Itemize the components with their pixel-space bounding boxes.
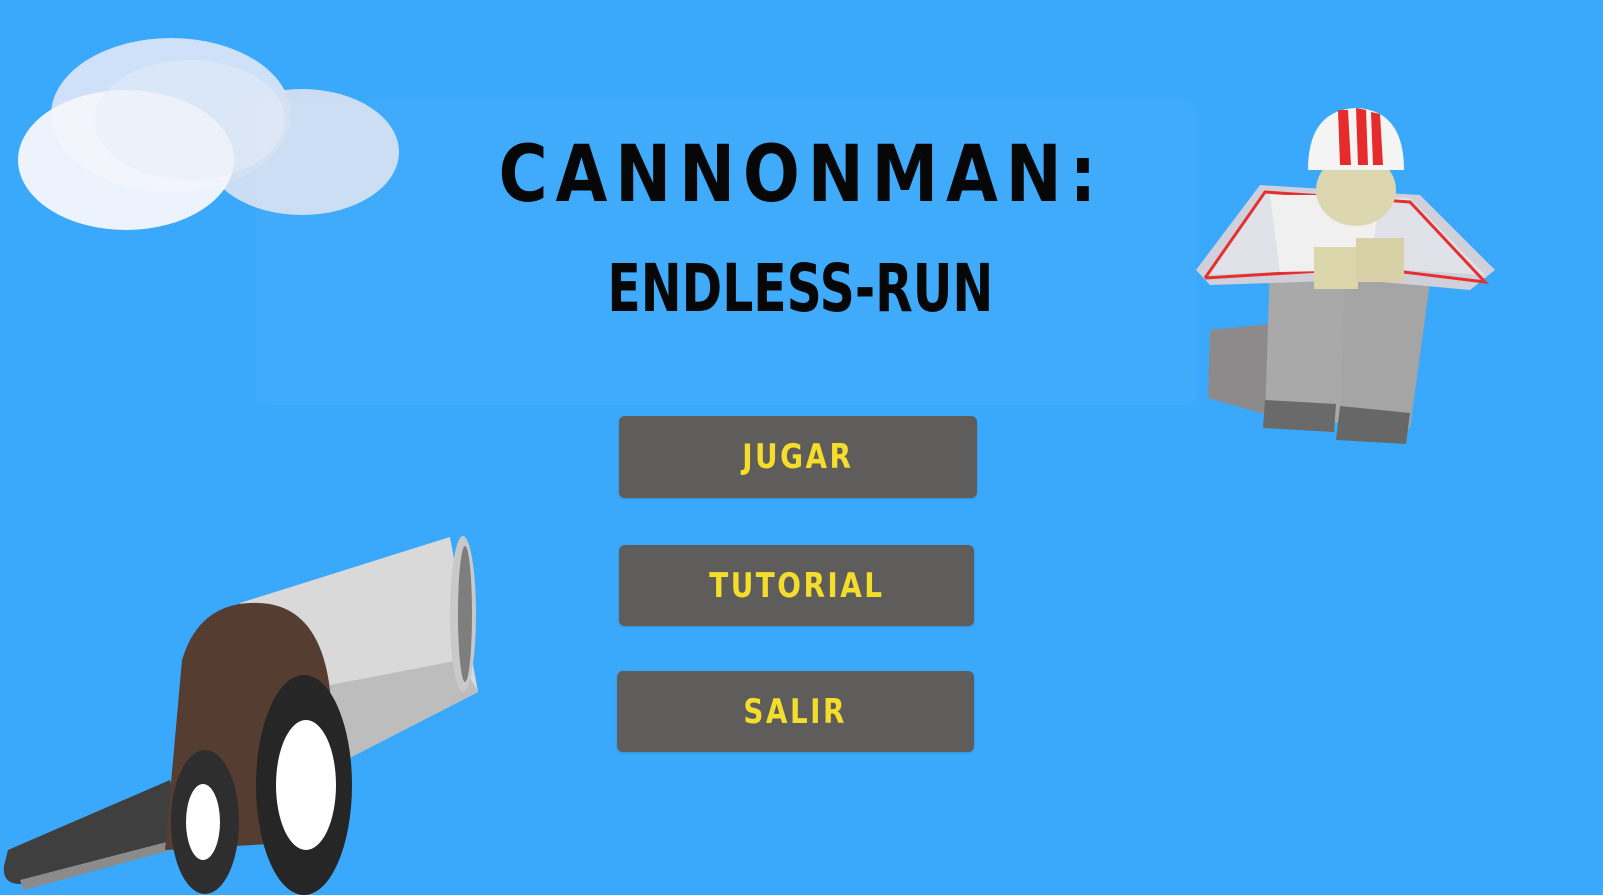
play-button-label: JUGAR — [742, 437, 854, 477]
exit-button[interactable]: SALIR — [617, 671, 974, 752]
cannon-illustration — [3, 536, 478, 895]
tutorial-button-label: TUTORIAL — [708, 565, 885, 606]
play-button[interactable]: JUGAR — [619, 416, 977, 498]
tutorial-button[interactable]: TUTORIAL — [619, 545, 974, 626]
game-title: CANNONMAN: — [498, 130, 1105, 220]
exit-button-label: SALIR — [743, 691, 848, 732]
game-subtitle: ENDLESS-RUN — [607, 250, 994, 327]
